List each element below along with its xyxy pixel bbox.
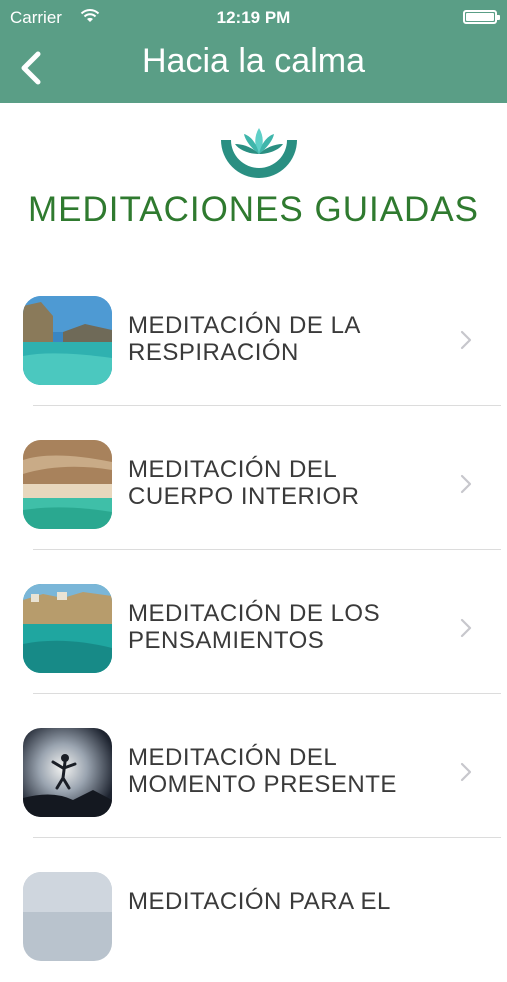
thumbnail-image [23, 440, 112, 529]
thumbnail-image [23, 296, 112, 385]
list-item[interactable]: MEDITACIÓN DE LOS PENSAMIENTOS [0, 550, 507, 694]
item-title-line2: RESPIRACIÓN [128, 339, 299, 366]
list-item[interactable]: MEDITACIÓN DEL CUERPO INTERIOR [0, 406, 507, 550]
status-bar: Carrier 12:19 PM [0, 0, 507, 36]
battery-icon [463, 10, 500, 24]
item-title-line1: MEDITACIÓN PARA EL [128, 888, 391, 915]
chevron-right-icon [460, 474, 472, 494]
item-title-line2: PENSAMIENTOS [128, 627, 325, 654]
meditation-list: MEDITACIÓN DE LA RESPIRACIÓN MEDITACIÓN … [0, 262, 507, 982]
list-item[interactable]: MEDITACIÓN DE LA RESPIRACIÓN [0, 262, 507, 406]
chevron-right-icon [460, 762, 472, 782]
chevron-right-icon [460, 618, 472, 638]
list-item[interactable]: MEDITACIÓN PARA EL [0, 838, 507, 982]
list-item[interactable]: MEDITACIÓN DEL MOMENTO PRESENTE [0, 694, 507, 838]
thumbnail-image [23, 728, 112, 817]
item-title-line1: MEDITACIÓN DEL [128, 456, 338, 483]
page-title: Hacia la calma [142, 42, 365, 80]
status-time: 12:19 PM [216, 8, 291, 27]
thumbnail-image [23, 584, 112, 673]
item-title-line1: MEDITACIÓN DE LA [128, 312, 361, 339]
chevron-right-icon [460, 330, 472, 350]
section-heading: MEDITACIONES GUIADAS [27, 190, 480, 229]
thumbnail-image [23, 872, 112, 961]
item-title-line1: MEDITACIÓN DEL [128, 744, 338, 771]
item-title-line1: MEDITACIÓN DE LOS [128, 600, 381, 627]
item-title-line2: CUERPO INTERIOR [128, 483, 360, 510]
navigation-bar: Carrier 12:19 PM Hacia la calma [0, 0, 507, 103]
lotus-logo-icon [221, 128, 297, 178]
item-title-line2: MOMENTO PRESENTE [128, 771, 397, 798]
